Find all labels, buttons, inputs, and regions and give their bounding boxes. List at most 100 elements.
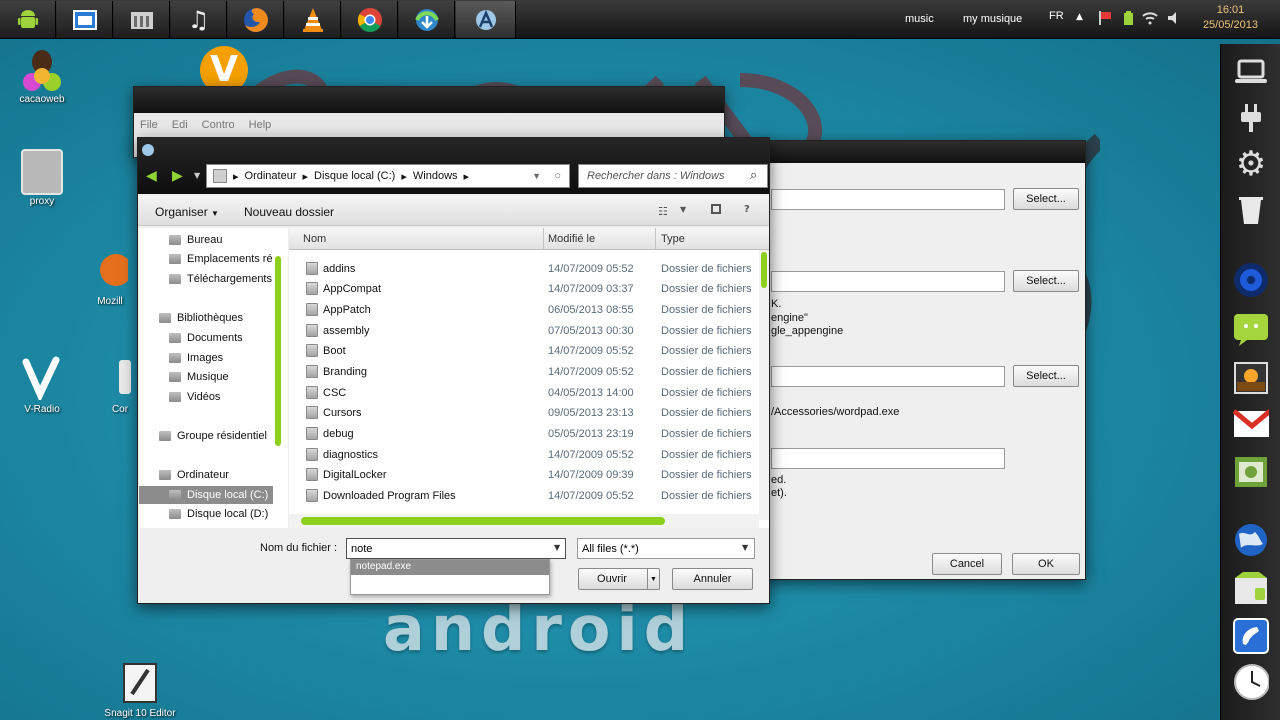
desktop-icon-vradio[interactable]: V-Radio	[2, 356, 82, 415]
desktop-icon-mozilla[interactable]: Mozill	[80, 248, 140, 307]
settings-window-titlebar[interactable]	[761, 141, 1085, 163]
nav-bureau[interactable]: Bureau	[139, 231, 273, 249]
horizontal-scrollbar[interactable]	[289, 514, 759, 528]
table-row[interactable]: AppPatch 06/05/2013 08:55 Dossier de fichi…	[289, 300, 759, 320]
history-dropdown-icon[interactable]: ▼	[194, 171, 200, 180]
gallery-icon[interactable]	[1233, 360, 1269, 396]
desktop-icon-cor[interactable]: Cor	[100, 356, 140, 415]
chevron-down-icon[interactable]: ▼	[680, 205, 686, 214]
nav-recent[interactable]: Emplacements réc	[139, 250, 273, 268]
column-divider[interactable]	[655, 228, 656, 250]
nav-videos[interactable]: Vidéos	[139, 388, 273, 406]
table-row[interactable]: addins 14/07/2009 05:52 Dossier de fichier…	[289, 259, 759, 279]
nav-music[interactable]: Musique	[139, 368, 273, 386]
download-manager-icon[interactable]	[399, 1, 455, 38]
tray-my-music[interactable]: my musique	[963, 13, 1022, 25]
chat-icon[interactable]	[1233, 312, 1269, 348]
vertical-scrollbar[interactable]	[759, 250, 769, 520]
nav-homegroup[interactable]: Groupe résidentiel	[139, 427, 273, 445]
nav-scrollbar[interactable]	[275, 256, 281, 446]
window-icon[interactable]	[57, 1, 113, 38]
file-type-select[interactable]: All files (*.*)	[577, 538, 755, 559]
table-row[interactable]: debug 05/05/2013 23:19 Dossier de fichiers	[289, 424, 759, 444]
help-icon[interactable]: ?	[744, 204, 750, 215]
select-button-3[interactable]: Select...	[1013, 365, 1079, 387]
refresh-icon[interactable]: ○	[554, 170, 561, 182]
clock[interactable]: 16:01 25/05/2013	[1203, 3, 1258, 33]
cancel-button[interactable]: Cancel	[932, 553, 1002, 575]
filename-dropdown-icon[interactable]: ▼	[554, 543, 560, 552]
chrome-icon[interactable]	[342, 1, 398, 38]
volume-icon[interactable]	[1166, 10, 1182, 26]
wifi-icon[interactable]	[1142, 10, 1158, 25]
table-row[interactable]: Boot 14/07/2009 05:52 Dossier de fichiers	[289, 341, 759, 361]
nav-computer[interactable]: Ordinateur	[139, 466, 273, 484]
nav-disk-d[interactable]: Disque local (D:)	[139, 505, 273, 523]
open-dropdown-icon[interactable]: ▼	[647, 569, 659, 589]
nav-images[interactable]: Images	[139, 349, 273, 367]
table-row[interactable]: Branding 14/07/2009 05:52 Dossier de fichi…	[289, 362, 759, 382]
speaker-icon[interactable]	[1233, 262, 1269, 298]
search-input[interactable]: Rechercher dans : Windows	[578, 164, 768, 188]
tray-language[interactable]: FR	[1049, 10, 1064, 22]
desktop-icon-snagit[interactable]: Snagit 10 Editor	[92, 660, 188, 719]
breadcrumb-windows[interactable]: Windows	[413, 170, 458, 182]
open-file-dialog[interactable]: ◀ ▶ ▼ ▸ Ordinateur ▸ Disque local (C:) ▸…	[137, 137, 770, 604]
nav-libraries[interactable]: Bibliothèques	[139, 309, 273, 327]
table-row[interactable]: DigitalLocker 14/07/2009 09:39 Dossier de …	[289, 465, 759, 485]
breadcrumb-ordinateur[interactable]: Ordinateur	[245, 170, 297, 182]
laptop-icon[interactable]	[1233, 54, 1269, 90]
menu-edit[interactable]: Edi	[172, 119, 188, 135]
tray-music[interactable]: music	[905, 13, 934, 25]
ok-button[interactable]: OK	[1012, 553, 1080, 575]
table-row[interactable]: diagnostics 14/07/2009 05:52 Dossier de fi…	[289, 445, 759, 465]
new-folder-button[interactable]: Nouveau dossier	[244, 205, 334, 219]
vertical-scroll-thumb[interactable]	[761, 252, 767, 288]
android-shop-icon[interactable]	[1233, 570, 1269, 606]
clock-icon[interactable]	[1233, 664, 1269, 700]
back-arrow-icon[interactable]: ◀	[146, 168, 157, 184]
cancel-button[interactable]: Annuler	[672, 568, 753, 590]
organize-button[interactable]: Organiser ▼	[155, 205, 219, 219]
path-field-3[interactable]	[771, 366, 1005, 387]
table-row[interactable]: Cursors 09/05/2013 23:13 Dossier de fichie…	[289, 403, 759, 423]
select-button-2[interactable]: Select...	[1013, 270, 1079, 292]
nav-documents[interactable]: Documents	[139, 329, 273, 347]
nav-disk-c[interactable]: Disque local (C:)	[139, 486, 273, 504]
view-options-icon[interactable]: ☷	[658, 205, 668, 218]
settings-window[interactable]: Select... Select... K. engine" gle_appen…	[760, 140, 1086, 580]
column-date[interactable]: Modifié le	[548, 233, 595, 245]
nav-downloads[interactable]: Téléchargements	[139, 270, 273, 288]
folder-icon[interactable]	[114, 1, 170, 38]
forward-arrow-icon[interactable]: ▶	[172, 168, 183, 184]
menu-control[interactable]: Contro	[202, 119, 235, 135]
plug-icon[interactable]	[1233, 100, 1269, 136]
desktop-icon-proxy[interactable]: proxy	[2, 148, 82, 207]
android-market-icon[interactable]	[1233, 454, 1269, 490]
preview-pane-icon[interactable]	[711, 204, 721, 214]
column-name[interactable]: Nom	[303, 233, 326, 245]
vlc-icon[interactable]	[285, 1, 341, 38]
desktop-icon-cacaoweb[interactable]: cacaoweb	[2, 46, 82, 105]
table-row[interactable]: Downloaded Program Files 14/07/2009 05:52…	[289, 486, 759, 506]
column-type[interactable]: Type	[661, 233, 685, 245]
music-note-icon[interactable]: ♫	[171, 1, 227, 38]
filename-input[interactable]: note	[346, 538, 566, 559]
chevron-down-icon[interactable]: ▼	[742, 543, 748, 552]
menu-help[interactable]: Help	[249, 119, 272, 135]
table-row[interactable]: assembly 07/05/2013 00:30 Dossier de fichi…	[289, 321, 759, 341]
back-window-titlebar[interactable]	[134, 87, 724, 113]
android-icon[interactable]	[0, 1, 56, 38]
chevron-up-icon[interactable]: ▲	[1076, 12, 1086, 22]
horizontal-scroll-thumb[interactable]	[301, 517, 665, 525]
battery-icon[interactable]	[1121, 10, 1135, 26]
aptana-icon[interactable]	[456, 1, 516, 38]
firefox-icon[interactable]	[228, 1, 284, 38]
flag-icon[interactable]	[1098, 10, 1112, 26]
select-button-1[interactable]: Select...	[1013, 188, 1079, 210]
phone-icon[interactable]	[1233, 618, 1269, 654]
search-icon[interactable]: ⌕	[750, 168, 757, 183]
table-row[interactable]: AppCompat 14/07/2009 03:37 Dossier de fich…	[289, 279, 759, 299]
gmail-icon[interactable]	[1233, 406, 1269, 442]
path-field-2[interactable]	[771, 271, 1005, 292]
